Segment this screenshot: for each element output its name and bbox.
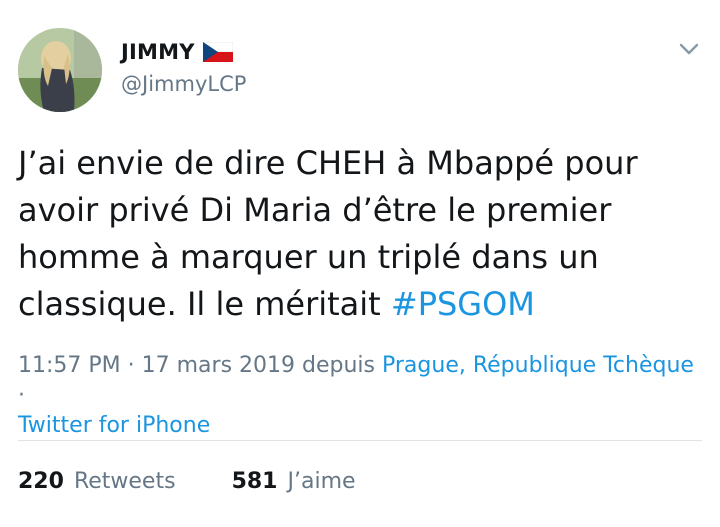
location-link[interactable]: Prague, République Tchèque <box>382 353 694 378</box>
tweet-time: 11:57 PM <box>18 353 121 378</box>
tweet-stats: 220 Retweets 581 J’aime <box>18 469 356 494</box>
source-link[interactable]: Twitter for iPhone <box>18 413 210 438</box>
display-name[interactable]: JIMMY <box>121 40 195 64</box>
likes-label: J’aime <box>287 469 356 494</box>
avatar[interactable] <box>18 28 102 112</box>
hashtag-link[interactable]: #PSGOM <box>391 285 535 323</box>
retweets-label: Retweets <box>73 469 176 494</box>
meta-separator: · <box>120 353 142 378</box>
tweet-meta: 11:57 PM · 17 mars 2019 depuis Prague, R… <box>18 351 703 441</box>
tweet-date: 17 mars 2019 <box>141 353 296 378</box>
likes-stat[interactable]: 581 J’aime <box>232 469 356 494</box>
user-handle[interactable]: @JimmyLCP <box>121 72 246 96</box>
czech-flag-icon <box>202 42 233 62</box>
meta-separator-2: · <box>18 383 25 408</box>
likes-count: 581 <box>231 469 278 494</box>
chevron-down-icon[interactable] <box>677 40 701 58</box>
user-name-row: JIMMY <box>121 40 233 64</box>
from-label: depuis <box>295 353 382 378</box>
divider <box>18 440 702 441</box>
retweets-count: 220 <box>18 469 64 494</box>
tweet-text: J’ai envie de dire CHEH à Mbappé pour av… <box>18 140 688 328</box>
retweets-stat[interactable]: 220 Retweets <box>18 469 176 494</box>
tweet-body: J’ai envie de dire CHEH à Mbappé pour av… <box>18 144 638 323</box>
